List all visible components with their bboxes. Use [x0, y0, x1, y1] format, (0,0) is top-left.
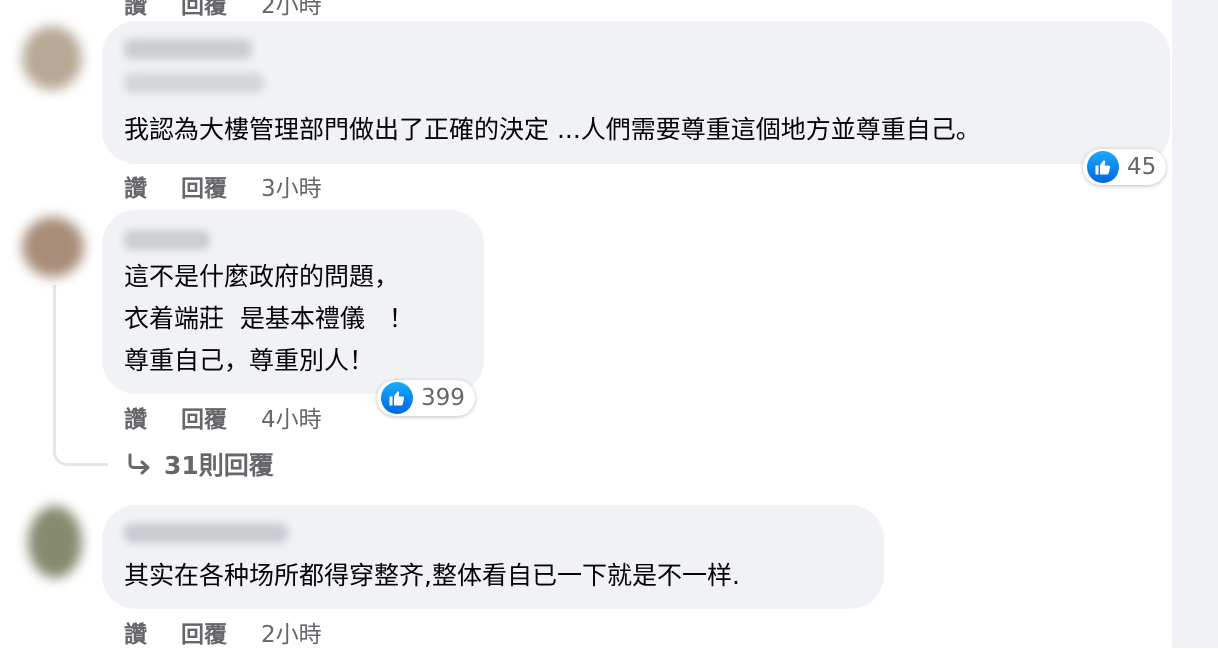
comment-bubble: 我認為大樓管理部門做出了正確的決定 ...人們需要尊重這個地方並尊重自己。	[102, 21, 1170, 164]
like-link[interactable]: 讚	[124, 0, 147, 20]
scrollbar-gutter[interactable]	[1172, 0, 1218, 648]
comment-actions: 讚 回覆 2小時	[124, 615, 322, 649]
avatar[interactable]	[28, 506, 82, 578]
reply-link[interactable]: 回覆	[181, 0, 227, 20]
comment-actions: 讚 回覆 4小時	[124, 400, 322, 434]
avatar[interactable]	[22, 26, 82, 90]
author-name[interactable]	[124, 230, 210, 250]
reaction-count: 45	[1127, 154, 1157, 180]
timestamp[interactable]: 2小時	[261, 0, 322, 20]
author-subtitle	[124, 73, 264, 93]
avatar[interactable]	[22, 217, 84, 277]
reply-link[interactable]: 回覆	[181, 169, 227, 203]
like-link[interactable]: 讚	[124, 615, 147, 649]
reply-arrow-icon	[128, 453, 150, 475]
timestamp[interactable]: 3小時	[261, 169, 322, 203]
like-link[interactable]: 讚	[124, 169, 147, 203]
thumbs-up-icon	[1087, 151, 1119, 183]
view-replies-link[interactable]: 31則回覆	[126, 446, 274, 482]
thumbs-up-icon	[381, 382, 413, 414]
comment-bubble: 這不是什麼政府的問題， 衣着端莊 是基本禮儀 ！ 尊重自己，尊重別人！	[102, 210, 484, 394]
reply-link[interactable]: 回覆	[181, 400, 227, 434]
timestamp[interactable]: 2小時	[261, 615, 322, 649]
reaction-count: 399	[421, 385, 465, 411]
reaction-summary[interactable]: 45	[1083, 149, 1167, 185]
author-name[interactable]	[124, 523, 288, 543]
prev-comment-actions: 讚 回覆 2小時	[124, 0, 322, 20]
comment-text: 其实在各种场所都得穿整齐,整体看自已一下就是不一样.	[124, 561, 740, 590]
comment-bubble: 其实在各种场所都得穿整齐,整体看自已一下就是不一样.	[102, 505, 884, 609]
replies-count-label: 31則回覆	[164, 451, 274, 480]
comment-actions: 讚 回覆 3小時	[124, 169, 322, 203]
author-name[interactable]	[124, 39, 252, 59]
reaction-summary[interactable]: 399	[377, 380, 475, 416]
comment-text: 這不是什麼政府的問題， 衣着端莊 是基本禮儀 ！ 尊重自己，尊重別人！	[124, 262, 414, 375]
comment-text: 我認為大樓管理部門做出了正確的決定 ...人們需要尊重這個地方並尊重自己。	[124, 115, 981, 144]
reply-link[interactable]: 回覆	[181, 615, 227, 649]
reply-thread-line	[53, 285, 108, 466]
timestamp[interactable]: 4小時	[261, 400, 322, 434]
like-link[interactable]: 讚	[124, 400, 147, 434]
